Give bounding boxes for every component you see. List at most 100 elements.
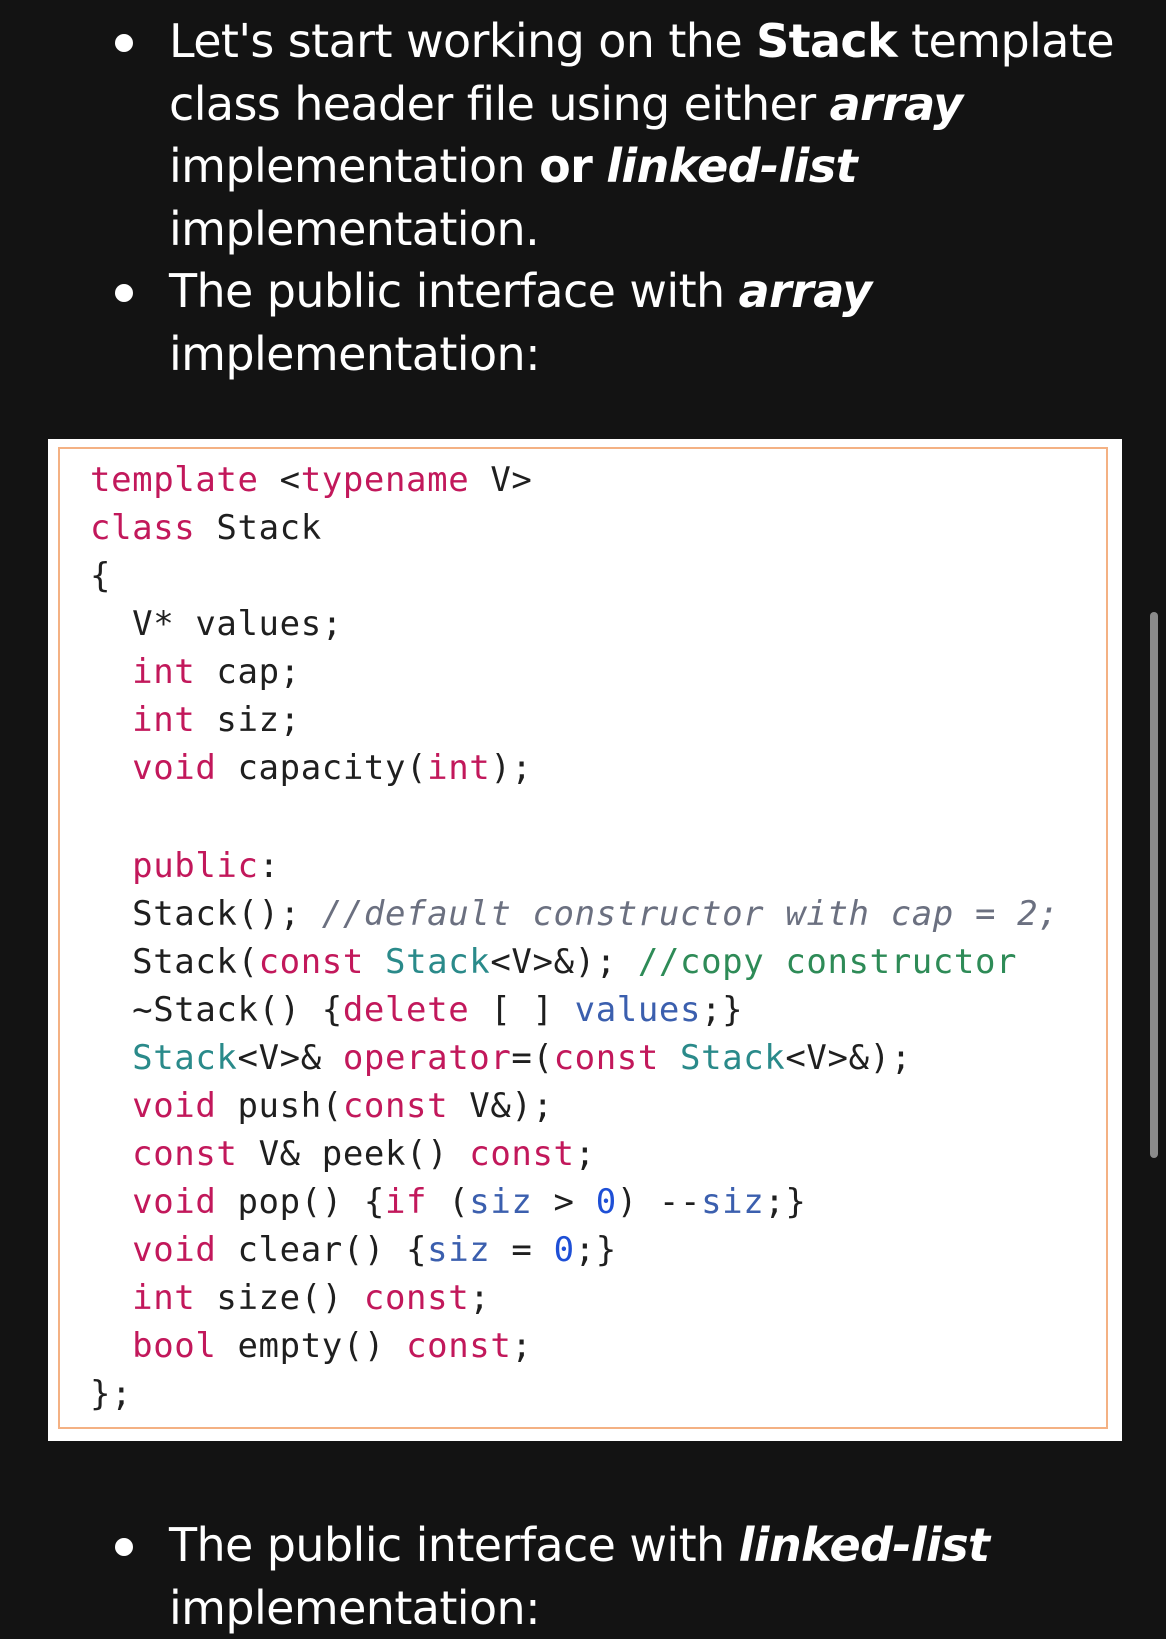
- code-token: values: [574, 990, 702, 1030]
- code-token: Stack: [132, 1038, 238, 1078]
- code-token: ;}: [701, 990, 744, 1030]
- bullet-text-part: linked-list: [606, 139, 857, 193]
- code-token: clear() {: [216, 1230, 428, 1270]
- code-token: <V>&);: [490, 942, 638, 982]
- code-token: );: [490, 748, 533, 788]
- code-token: <V>&);: [785, 1038, 912, 1078]
- bullet-item: Let's start working on the Stack templat…: [0, 10, 1166, 260]
- code-token: >: [532, 1182, 596, 1222]
- code-token: ;}: [574, 1230, 617, 1270]
- code-token: int: [427, 748, 491, 788]
- code-token: [ ]: [469, 990, 575, 1030]
- code-line: void clear() {siz = 0;}: [90, 1226, 1059, 1274]
- code-token: operator: [342, 1038, 512, 1078]
- bullet-text-part: or: [539, 139, 593, 193]
- code-token: Stack: [195, 508, 322, 548]
- code-token: };: [90, 1374, 133, 1414]
- code-token: bool: [132, 1326, 217, 1366]
- bullet-text-part: array: [829, 76, 964, 131]
- code-token: =: [490, 1230, 554, 1270]
- code-token: //default constructor with cap = 2;: [321, 894, 1060, 934]
- code-token: V>: [469, 460, 533, 500]
- bullet-text-part: implementation:: [169, 326, 541, 381]
- code-token: {: [90, 556, 112, 596]
- code-line: public:: [90, 842, 1059, 890]
- code-line: V* values;: [90, 600, 1059, 648]
- code-token: =(: [511, 1038, 554, 1078]
- bullet-item: The public interface with linked-list im…: [0, 1514, 1166, 1639]
- code-token: int: [132, 1278, 196, 1318]
- code-token: int: [132, 700, 196, 740]
- code-token: <: [258, 460, 301, 500]
- code-token: const: [342, 1086, 449, 1126]
- code-token: 0: [553, 1230, 575, 1270]
- code-token: void: [132, 748, 217, 788]
- code-token: siz: [427, 1230, 491, 1270]
- code-token: 0: [595, 1182, 617, 1222]
- intro-bullet-list: Let's start working on the Stack templat…: [0, 10, 1166, 385]
- bullet-text-part: [592, 139, 606, 193]
- code-token: (: [427, 1182, 470, 1222]
- code-line: const V& peek() const;: [90, 1130, 1059, 1178]
- code-token: ;: [574, 1134, 596, 1174]
- bullet-item: The public interface with array implemen…: [0, 260, 1166, 385]
- bullet-text-part: Let's start working on the: [169, 14, 757, 68]
- code-line: int siz;: [90, 696, 1059, 744]
- code-token: ;: [469, 1278, 491, 1318]
- bullet-dot-icon: [115, 34, 133, 52]
- code-token: if: [384, 1182, 428, 1222]
- code-token: const: [469, 1134, 575, 1174]
- code-line: };: [90, 1370, 1059, 1418]
- code-token: const: [363, 1278, 470, 1318]
- code-line: void pop() {if (siz > 0) --siz;}: [90, 1178, 1059, 1226]
- code-token: Stack: [680, 1038, 786, 1078]
- code-token: Stack();: [90, 894, 322, 934]
- code-token: capacity(: [216, 748, 428, 788]
- code-token: delete: [342, 990, 470, 1030]
- code-token: const: [132, 1134, 238, 1174]
- code-token: V* values;: [90, 604, 343, 644]
- code-token: :: [258, 846, 280, 886]
- code-token: const: [406, 1326, 512, 1366]
- bullet-text-part: Stack: [756, 14, 898, 68]
- code-line: Stack(); //default constructor with cap …: [90, 890, 1059, 938]
- code-token: ;}: [764, 1182, 807, 1222]
- code-token: typename: [300, 460, 470, 500]
- bullet-text-part: array: [738, 264, 873, 318]
- code-token: V&);: [448, 1086, 554, 1126]
- vertical-scrollbar[interactable]: [1150, 612, 1158, 1158]
- code-token: ~Stack() {: [90, 990, 343, 1030]
- code-token: V& peek(): [237, 1134, 470, 1174]
- code-token: void: [132, 1230, 217, 1270]
- code-token: const: [553, 1038, 659, 1078]
- code-line: Stack<V>& operator=(const Stack<V>&);: [90, 1034, 1059, 1082]
- code-token: siz: [701, 1182, 765, 1222]
- code-token: size(): [195, 1278, 364, 1318]
- code-token: push(: [216, 1086, 343, 1126]
- code-token: int: [132, 652, 196, 692]
- code-token: Stack: [385, 942, 491, 982]
- code-token: const: [258, 942, 364, 982]
- code-token: ;: [511, 1326, 533, 1366]
- code-line: Stack(const Stack<V>&); //copy construct…: [90, 938, 1059, 986]
- code-token: siz;: [195, 700, 301, 740]
- code-block: template <typename V> class Stack{ V* val…: [90, 456, 1059, 1418]
- code-token: void: [132, 1182, 217, 1222]
- code-line: int cap;: [90, 648, 1059, 696]
- code-token: //copy constructor: [637, 942, 1018, 982]
- code-token: pop() {: [216, 1182, 385, 1222]
- bullet-text-part: The public interface with: [169, 1518, 739, 1572]
- code-line: ~Stack() {delete [ ] values;}: [90, 986, 1059, 1034]
- bullet-text-part: implementation.: [169, 201, 540, 256]
- bullet-dot-icon: [115, 284, 133, 302]
- code-token: template: [90, 460, 259, 500]
